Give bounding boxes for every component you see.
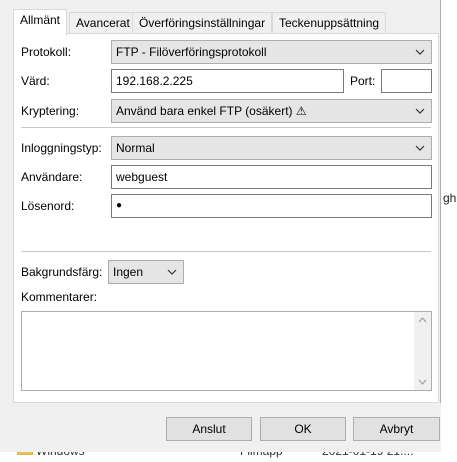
host-value: 192.168.2.225 (116, 74, 193, 88)
logon-type-select[interactable]: Normal (111, 136, 432, 160)
password-input[interactable]: ● (111, 194, 432, 218)
protocol-select[interactable]: FTP - Filöverföringsprotokoll (111, 40, 432, 64)
password-value: ● (116, 200, 123, 211)
user-label: Användare: (21, 170, 83, 184)
encryption-value: Använd bara enkel FTP (osäkert) ⚠ (116, 104, 307, 118)
tab-strip: Allmänt Avancerat Överföringsinställning… (0, 0, 441, 36)
protocol-label: Protokoll: (21, 45, 72, 59)
password-label: Lösenord: (21, 199, 75, 213)
user-input[interactable]: webguest (111, 165, 432, 189)
bgcolor-label: Bakgrundsfärg: (21, 265, 103, 279)
scroll-up-icon[interactable] (418, 317, 427, 323)
bgcolor-select[interactable]: Ingen (108, 260, 184, 284)
background-window (441, 0, 457, 462)
chevron-down-icon (167, 269, 177, 275)
user-value: webguest (116, 170, 168, 184)
protocol-value: FTP - Filöverföringsprotokoll (116, 45, 267, 59)
site-settings-dialog: Allmänt Avancerat Överföringsinställning… (0, 0, 441, 452)
port-label: Port: (350, 74, 376, 88)
connect-button[interactable]: Anslut (166, 417, 252, 441)
encryption-select[interactable]: Använd bara enkel FTP (osäkert) ⚠ (111, 99, 432, 123)
dialog-button-bar: Anslut OK Avbryt (0, 403, 441, 452)
tab-charset[interactable]: Teckenuppsättning (272, 12, 387, 35)
encryption-label: Kryptering: (21, 104, 80, 118)
chevron-down-icon (415, 145, 425, 151)
host-label: Värd: (21, 74, 50, 88)
comments-label: Kommentarer: (21, 290, 98, 304)
logon-type-label: Inloggningstyp: (21, 141, 102, 155)
chevron-down-icon (415, 49, 425, 55)
chevron-down-icon (415, 108, 425, 114)
scroll-down-icon[interactable] (418, 379, 427, 385)
tab-general[interactable]: Allmänt (13, 9, 68, 36)
background-text: gh (443, 191, 457, 205)
bgcolor-value: Ingen (113, 265, 144, 279)
separator (21, 127, 431, 128)
cancel-button[interactable]: Avbryt (353, 417, 440, 441)
tab-transfer-settings[interactable]: Överföringsinställningar (132, 12, 273, 35)
comments-textarea[interactable] (21, 311, 432, 391)
ok-button[interactable]: OK (260, 417, 346, 441)
port-input[interactable] (381, 69, 432, 93)
comments-scrollbar[interactable] (414, 312, 431, 390)
tab-advanced[interactable]: Avancerat (69, 12, 137, 35)
host-input[interactable]: 192.168.2.225 (111, 69, 344, 93)
general-panel: Protokoll: FTP - Filöverföringsprotokoll… (13, 34, 439, 403)
logon-type-value: Normal (116, 141, 155, 155)
separator (21, 251, 431, 252)
